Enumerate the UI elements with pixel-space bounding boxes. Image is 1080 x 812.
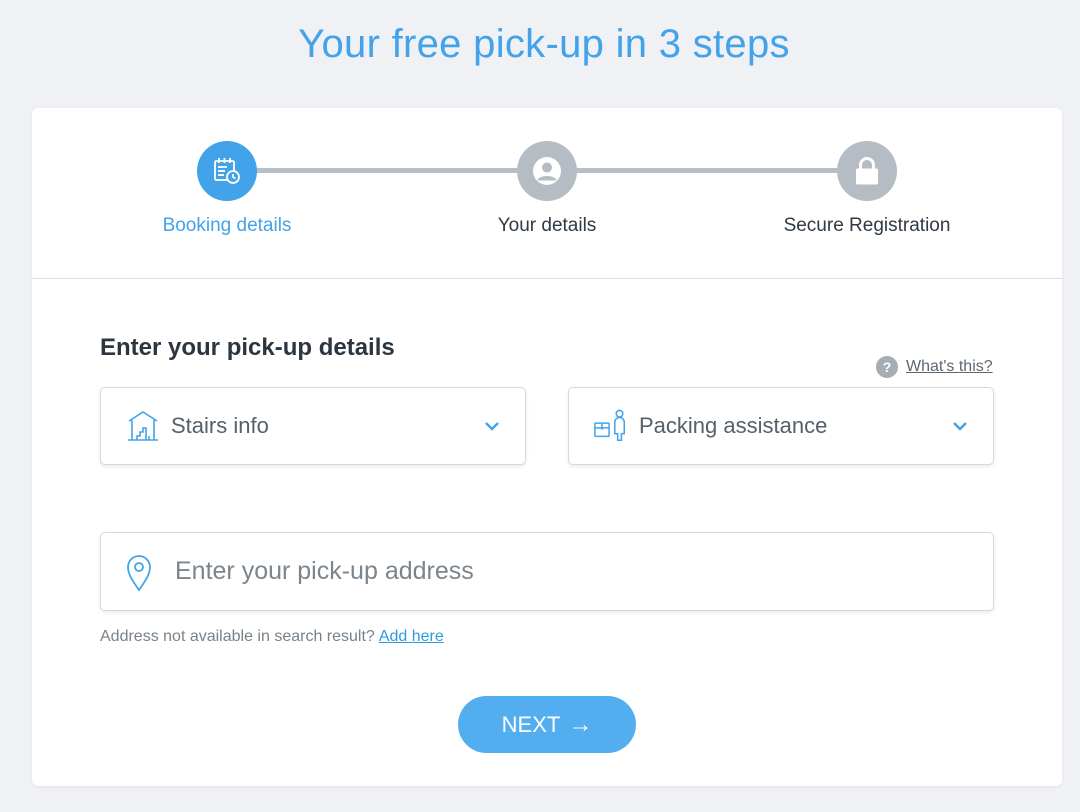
step-booking-details[interactable]: Booking details [107, 141, 347, 237]
step-label: Secure Registration [783, 215, 951, 236]
address-hint-text: Address not available in search result? [100, 628, 375, 645]
chevron-down-icon [485, 422, 499, 431]
pickup-address-field[interactable] [100, 532, 994, 611]
progress-stepper: Booking details Your details Secure Regi… [32, 108, 1062, 278]
step-your-details[interactable]: Your details [427, 141, 667, 237]
step-label: Booking details [162, 215, 292, 236]
whats-this-label: What's this? [906, 358, 993, 375]
step-label: Your details [497, 215, 597, 236]
address-hint: Address not available in search result? A… [100, 628, 444, 646]
next-button-label: NEXT [501, 711, 561, 737]
stairs-icon [125, 408, 161, 444]
stairs-info-select[interactable]: Stairs info [100, 387, 526, 465]
section-title: Enter your pick-up details [100, 334, 395, 361]
calendar-clock-icon [197, 141, 257, 201]
packing-assistance-label: Packing assistance [639, 413, 828, 438]
section-divider [32, 278, 1062, 279]
arrow-right-icon: → [568, 710, 593, 738]
pickup-address-input[interactable] [175, 551, 993, 592]
step-secure-registration[interactable]: Secure Registration [747, 141, 987, 237]
booking-card: Booking details Your details Secure Regi… [32, 108, 1062, 786]
packing-assistance-icon [593, 408, 629, 444]
lock-icon [837, 141, 897, 201]
stairs-info-label: Stairs info [171, 413, 269, 438]
question-mark-icon: ? [876, 356, 898, 378]
page-title: Your free pick-up in 3 steps [298, 22, 790, 66]
location-pin-icon [127, 554, 151, 592]
packing-assistance-select[interactable]: Packing assistance [568, 387, 994, 465]
add-address-link[interactable]: Add here [379, 628, 444, 645]
chevron-down-icon [953, 422, 967, 431]
whats-this-link[interactable]: ? What's this? [876, 356, 993, 378]
user-icon [517, 141, 577, 201]
next-button[interactable]: NEXT → [458, 696, 636, 753]
